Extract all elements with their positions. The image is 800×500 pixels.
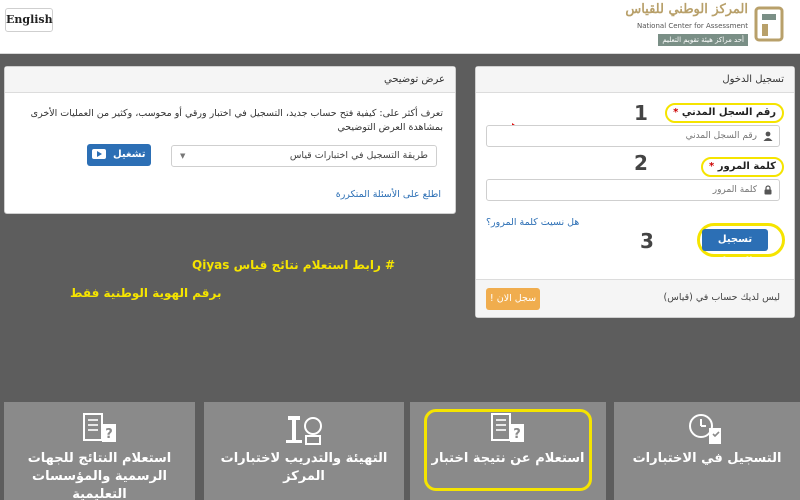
- register-footer: ليس لديك حساب في (قياس) سجل الان !: [476, 279, 794, 317]
- national-id-field[interactable]: [486, 125, 780, 147]
- language-english-button[interactable]: English: [5, 8, 53, 32]
- logo-arabic-name: المركز الوطني للقياس: [625, 2, 748, 17]
- play-button-label: تشغيل: [112, 149, 146, 160]
- password-input[interactable]: [507, 182, 757, 198]
- tile-test-registration[interactable]: التسجيل في الاختبارات: [614, 402, 800, 500]
- step-number-2: 2: [634, 151, 648, 175]
- national-id-label-text: رقم السجل المدني: [681, 107, 776, 118]
- login-panel: تسجيل الدخول 1 رقم السجل المدني * 2 كلمة…: [475, 66, 795, 318]
- svg-text:?: ?: [105, 427, 113, 442]
- demo-select-value: طريقة التسجيل في اختبارات قياس: [289, 150, 428, 161]
- tile-label: التسجيل في الاختبارات: [632, 451, 782, 466]
- faq-link[interactable]: اطلع على الأسئلة المتكررة: [336, 189, 441, 200]
- qiyas-logo-icon: [754, 6, 784, 42]
- training-desk-icon: [286, 416, 322, 445]
- password-label-text: كلمة المرور: [717, 161, 776, 172]
- password-label: كلمة المرور *: [701, 157, 784, 177]
- caret-down-icon: ▼: [180, 152, 186, 160]
- tile-training[interactable]: التهيئة والتدريب لاختبارات المركز: [204, 402, 404, 500]
- required-mark: *: [709, 161, 715, 172]
- register-now-button[interactable]: سجل الان !: [486, 288, 540, 310]
- user-icon: [763, 131, 773, 141]
- required-mark: *: [673, 107, 679, 118]
- annotation-national-id: برقم الهوية الوطنية فقط: [70, 286, 222, 300]
- logo-tagline: أحد مراكز هيئة تقويم التعليم: [658, 34, 748, 46]
- play-demo-button[interactable]: تشغيل: [87, 144, 151, 166]
- clock-checklist-icon: [689, 414, 721, 444]
- demo-panel: عرض توضيحي تعرف أكثر على: كيفية فتح حساب…: [4, 66, 456, 214]
- logo-english-name: National Center for Assessment: [636, 22, 748, 30]
- tile-label: استعلام النتائج للجهات الرسمية والمؤسسات…: [27, 451, 172, 500]
- lock-icon: [764, 185, 772, 195]
- tile-official-results[interactable]: ? استعلام النتائج للجهات الرسمية والمؤسس…: [4, 402, 195, 500]
- tile-label: التهيئة والتدريب لاختبارات المركز: [220, 451, 388, 484]
- password-field[interactable]: [486, 179, 780, 201]
- demo-video-select[interactable]: طريقة التسجيل في اختبارات قياس ▼: [171, 145, 437, 167]
- step-number-1: 1: [634, 101, 648, 125]
- login-panel-title: تسجيل الدخول: [476, 67, 794, 93]
- demo-panel-title: عرض توضيحي: [5, 67, 455, 93]
- annotation-results-link: # رابط استعلام نتائج قياس Qiyas: [192, 258, 396, 272]
- video-play-icon: [92, 149, 107, 159]
- login-button[interactable]: تسجيل الدخول: [702, 229, 768, 267]
- site-logo[interactable]: المركز الوطني للقياس National Center for…: [618, 0, 788, 50]
- document-question-icon: ?: [82, 413, 116, 442]
- top-header: English المركز الوطني للقياس National Ce…: [0, 0, 800, 54]
- national-id-input[interactable]: [507, 128, 757, 144]
- national-id-label: رقم السجل المدني *: [665, 103, 784, 123]
- forgot-password-link[interactable]: هل نسيت كلمة المرور؟: [486, 217, 579, 228]
- tile-highlight: [424, 409, 592, 491]
- no-account-text: ليس لديك حساب في (قياس): [663, 292, 780, 303]
- demo-description: تعرف أكثر على: كيفية فتح حساب جديد، التس…: [30, 108, 443, 133]
- step-number-3: 3: [640, 229, 654, 253]
